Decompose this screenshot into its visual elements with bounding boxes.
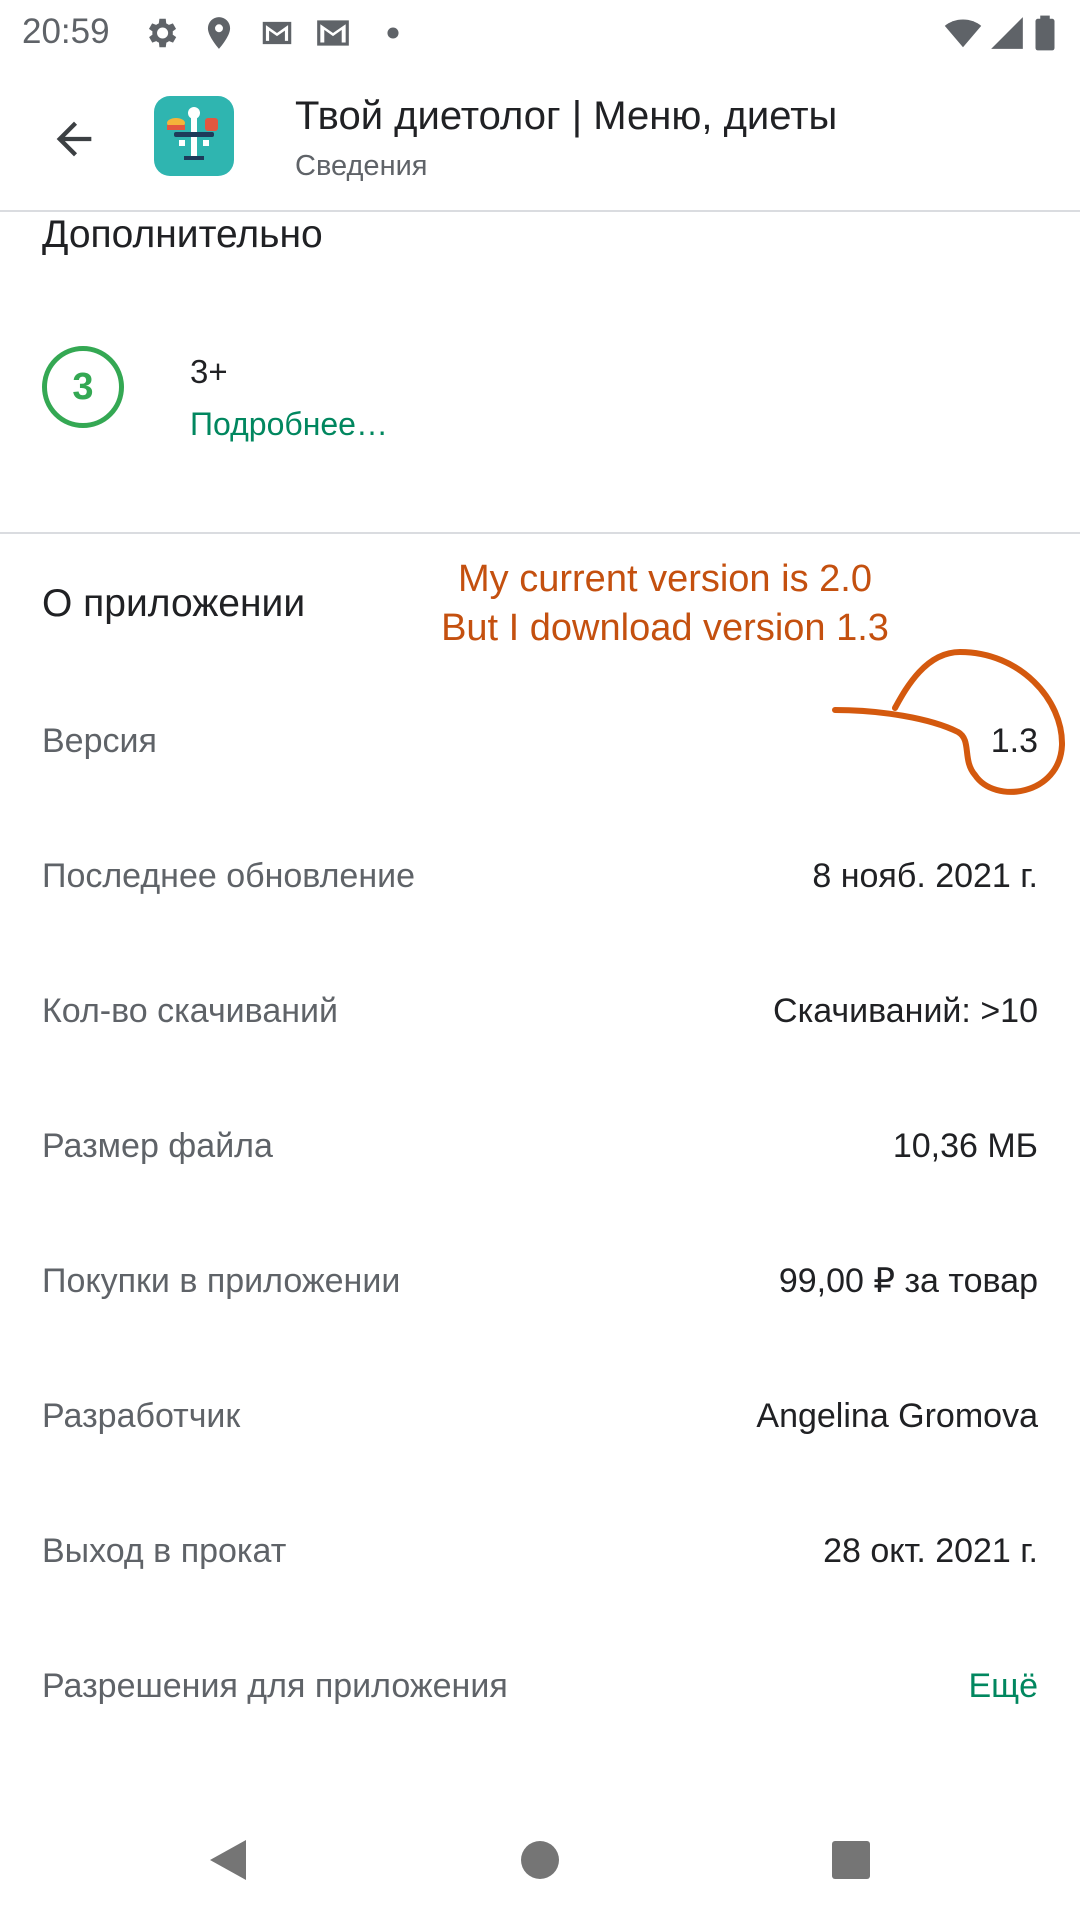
row-value-file-size: 10,36 МБ (892, 1127, 1038, 1165)
nav-home-button[interactable] (500, 1820, 580, 1900)
annotation-note: My current version is 2.0 But I download… (365, 555, 965, 653)
row-label-developer: Разработчик (42, 1397, 241, 1435)
content-rating-badge: 3 (42, 346, 124, 428)
gear-icon (142, 14, 180, 52)
page-subtitle: Сведения (295, 150, 428, 182)
dot-icon (374, 14, 412, 52)
row-value-release-date: 28 окт. 2021 г. (823, 1532, 1038, 1570)
app-title: Твой диетолог | Меню, диеты (295, 94, 838, 138)
signal-icon (988, 14, 1026, 52)
section-divider (0, 532, 1080, 534)
wifi-icon (942, 14, 984, 52)
back-triangle-icon (210, 1840, 246, 1880)
nav-recents-button[interactable] (811, 1820, 891, 1900)
back-button[interactable] (40, 105, 108, 173)
scale-app-icon (154, 96, 234, 176)
annotation-line-1: My current version is 2.0 (458, 558, 872, 600)
location-icon (200, 14, 238, 52)
row-label-downloads: Кол-во скачиваний (42, 992, 339, 1030)
nav-back-button[interactable] (188, 1820, 268, 1900)
row-label-release-date: Выход в прокат (42, 1532, 287, 1570)
row-value-downloads: Скачиваний: >10 (773, 992, 1038, 1030)
row-label-permissions: Разрешения для приложения (42, 1667, 508, 1705)
gmail-icon (314, 14, 352, 52)
gmail-icon (258, 14, 296, 52)
rating-details-link[interactable]: Подробнее… (190, 404, 388, 444)
row-value-version: 1.3 (990, 722, 1038, 760)
row-label-in-app-purchases: Покупки в приложении (42, 1262, 401, 1300)
section-title-about: О приложении (42, 582, 306, 625)
row-value-last-update: 8 нояб. 2021 г. (812, 857, 1038, 895)
battery-icon (1030, 14, 1060, 52)
home-circle-icon (521, 1841, 559, 1879)
arrow-back-icon (56, 121, 92, 157)
row-value-in-app-purchases: 99,00 ₽ за товар (778, 1262, 1038, 1300)
row-value-developer[interactable]: Angelina Gromova (756, 1394, 1038, 1438)
row-label-file-size: Размер файла (42, 1127, 273, 1165)
annotation-line-2: But I download version 1.3 (441, 607, 889, 649)
row-label-version: Версия (42, 722, 157, 760)
recents-square-icon (832, 1841, 870, 1879)
content-rating-text: 3+ (190, 353, 228, 390)
row-label-last-update: Последнее обновление (42, 857, 416, 895)
permissions-more-link[interactable]: Ещё (968, 1664, 1038, 1708)
status-time: 20:59 (22, 12, 110, 51)
rating-badge-number: 3 (72, 365, 94, 408)
section-title-additional: Дополнительно (42, 213, 323, 256)
annotation-circle (832, 648, 1066, 795)
